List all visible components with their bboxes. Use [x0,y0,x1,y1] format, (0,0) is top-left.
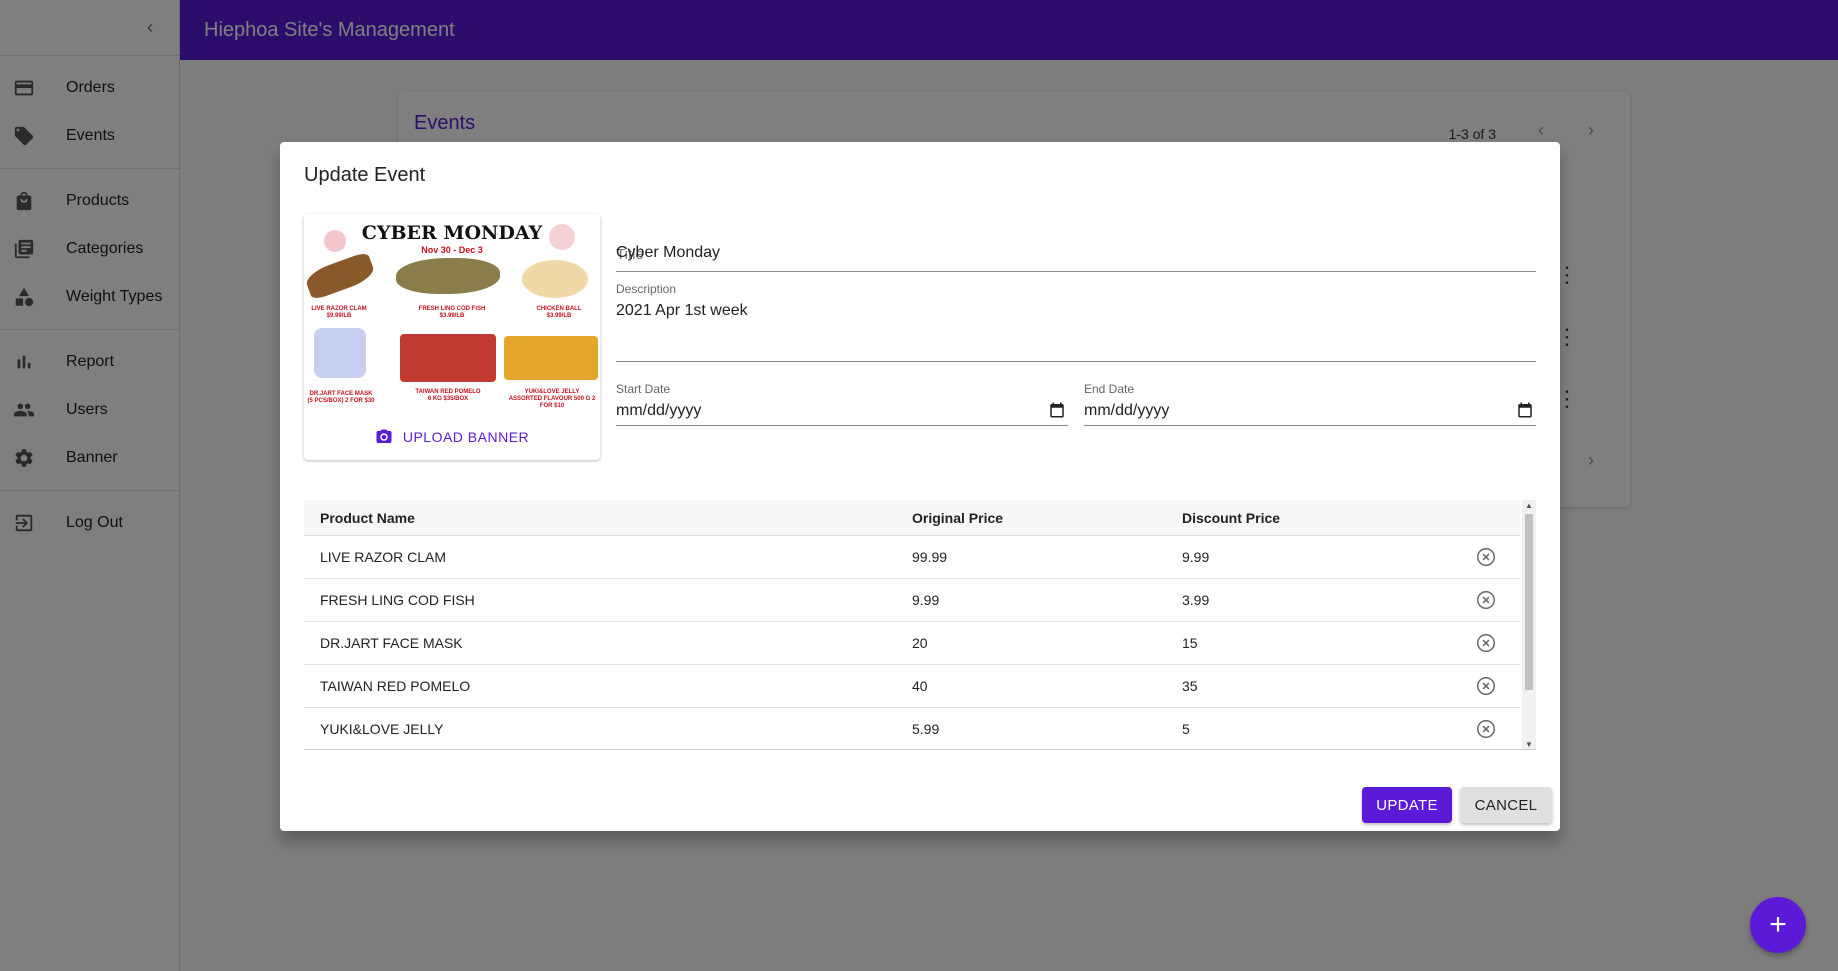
remove-product-button[interactable] [1452,632,1520,654]
start-date-field[interactable]: Start Date mm/dd/yyyy [616,378,1068,426]
remove-product-button[interactable] [1452,589,1520,611]
end-date-field[interactable]: End Date mm/dd/yyyy [1084,378,1536,426]
table-row: TAIWAN RED POMELO 40 35 [304,665,1520,708]
close-circle-icon [1477,634,1495,652]
plus-icon: + [1769,908,1787,941]
table-cell: 99.99 [912,549,948,565]
camera-icon [376,429,392,443]
dialog-title: Update Event [304,164,426,186]
update-event-dialog: Update Event CYBER MONDAY Nov 30 - Dec 3… [280,142,1560,831]
upload-banner-label: UPLOAD BANNER [402,429,530,445]
table-cell: YUKI&LOVE JELLY [320,721,444,737]
table-cell: TAIWAN RED POMELO [320,678,471,694]
banner-headline: CYBER MONDAY [361,222,543,244]
remove-product-button[interactable] [1452,675,1520,697]
start-date-value: mm/dd/yyyy [616,402,702,419]
table-cell: 40 [912,678,928,694]
column-header: Product Name [320,509,415,526]
banner-image: CYBER MONDAY Nov 30 - Dec 3 LIVE RAZOR C… [304,214,600,414]
description-field-label: Description [616,282,677,296]
table-row: DR.JART FACE MASK 20 15 [304,622,1520,665]
banner-card: CYBER MONDAY Nov 30 - Dec 3 LIVE RAZOR C… [304,214,600,460]
table-row: YUKI&LOVE JELLY 5.99 5 [304,708,1520,749]
add-event-button[interactable]: + [1750,897,1806,953]
upload-banner-button[interactable]: UPLOAD BANNER [304,414,600,460]
table-row: LIVE RAZOR CLAM 99.99 9.99 [304,536,1520,579]
remove-product-button[interactable] [1452,718,1520,740]
calendar-icon[interactable] [1048,401,1066,419]
table-cell: LIVE RAZOR CLAM [320,549,447,565]
table-cell: FRESH LING COD FISH [320,592,475,608]
start-date-label: Start Date [616,382,671,396]
table-cell: 3.99 [1182,592,1210,608]
event-products-table: Product Name Original Price Discount Pri… [304,500,1536,750]
end-date-label: End Date [1084,382,1135,396]
table-cell: 15 [1182,635,1198,651]
title-field[interactable]: Title Cyber Monday [616,230,1536,272]
scrollbar-thumb[interactable] [1525,514,1533,690]
column-header: Discount Price [1182,509,1281,526]
close-circle-icon [1477,548,1495,566]
table-scrollbar[interactable]: ▲ ▼ [1522,500,1536,749]
table-row: FRESH LING COD FISH 9.99 3.99 [304,579,1520,622]
banner-dates: Nov 30 - Dec 3 [421,245,483,255]
calendar-icon[interactable] [1516,401,1534,419]
close-circle-icon [1477,677,1495,695]
end-date-value: mm/dd/yyyy [1084,402,1170,419]
close-circle-icon [1477,591,1495,609]
description-field[interactable]: Description 2021 Apr 1st week [616,278,1536,362]
scroll-down-arrow[interactable]: ▼ [1522,740,1536,749]
table-cell: 5.99 [912,721,940,737]
update-button[interactable]: UPDATE [1362,787,1452,823]
description-field-value: 2021 Apr 1st week [616,302,748,319]
cancel-button[interactable]: CANCEL [1460,787,1552,823]
table-cell: 9.99 [912,592,940,608]
table-header: Product Name Original Price Discount Pri… [304,500,1520,536]
scroll-up-arrow[interactable]: ▲ [1522,501,1536,510]
remove-product-button[interactable] [1452,546,1520,568]
close-circle-icon [1477,720,1495,738]
table-cell: 5 [1182,721,1190,737]
table-cell: 9.99 [1182,549,1210,565]
table-cell: DR.JART FACE MASK [320,635,463,651]
column-header: Original Price [912,509,1004,526]
table-cell: 20 [912,635,928,651]
table-cell: 35 [1182,678,1198,694]
title-field-value: Cyber Monday [616,244,721,261]
